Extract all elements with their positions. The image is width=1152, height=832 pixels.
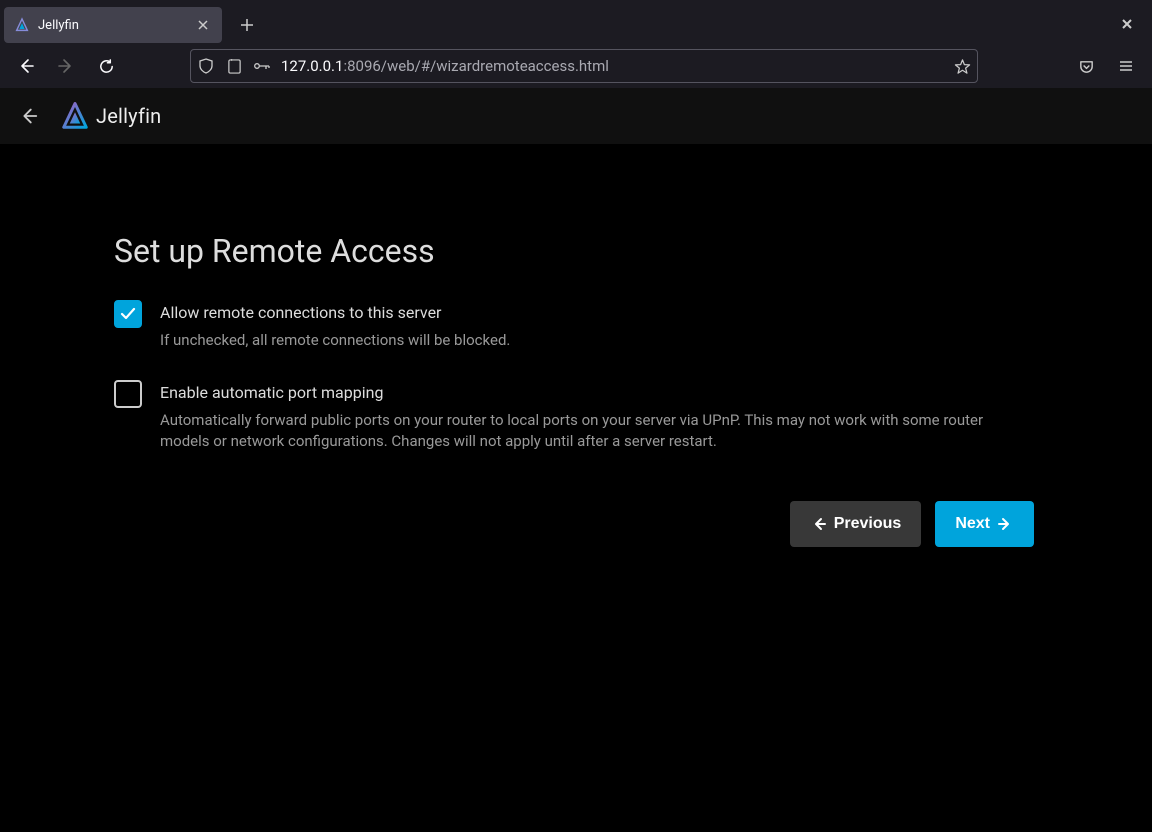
window-close-icon[interactable]: [1112, 9, 1142, 39]
tab-bar: Jellyfin: [0, 0, 1152, 44]
wizard-panel: Set up Remote Access Allow remote connec…: [114, 232, 1034, 547]
bookmark-star-icon[interactable]: [953, 57, 971, 75]
nav-back-button[interactable]: [10, 50, 42, 82]
nav-reload-button[interactable]: [90, 50, 122, 82]
permissions-icon[interactable]: [253, 57, 271, 75]
nav-forward-button[interactable]: [50, 50, 82, 82]
app-header: Jellyfin: [0, 88, 1152, 144]
url-text: 127.0.0.1:8096/web/#/wizardremoteaccess.…: [281, 57, 943, 75]
arrow-left-icon: [810, 515, 828, 533]
option-label: Enable automatic port mapping: [160, 383, 1034, 402]
tab-favicon-icon: [14, 17, 30, 33]
tab-close-icon[interactable]: [194, 16, 212, 34]
checkbox-auto-port-mapping[interactable]: [114, 380, 142, 408]
brand-text: Jellyfin: [96, 104, 161, 128]
option-description: If unchecked, all remote connections wil…: [160, 330, 1034, 350]
url-host: 127.0.0.1: [281, 57, 343, 75]
url-path: :8096/web/#/wizardremoteaccess.html: [343, 57, 608, 75]
button-label: Next: [955, 515, 990, 533]
browser-tab[interactable]: Jellyfin: [4, 7, 222, 43]
address-bar[interactable]: 127.0.0.1:8096/web/#/wizardremoteaccess.…: [190, 49, 978, 83]
brand[interactable]: Jellyfin: [60, 101, 161, 131]
app-back-button[interactable]: [14, 102, 42, 130]
new-tab-button[interactable]: [232, 10, 262, 40]
option-label: Allow remote connections to this server: [160, 303, 1034, 322]
shield-icon[interactable]: [197, 57, 215, 75]
brand-logo-icon: [60, 101, 90, 131]
previous-button[interactable]: Previous: [790, 501, 922, 547]
hamburger-menu-icon[interactable]: [1110, 50, 1142, 82]
browser-chrome: Jellyfin: [0, 0, 1152, 88]
option-description: Automatically forward public ports on yo…: [160, 410, 1034, 451]
browser-toolbar: 127.0.0.1:8096/web/#/wizardremoteaccess.…: [0, 44, 1152, 88]
checkbox-allow-remote[interactable]: [114, 300, 142, 328]
button-label: Previous: [834, 515, 902, 533]
option-auto-port-mapping: Enable automatic port mapping Automatica…: [114, 380, 1034, 451]
page-title: Set up Remote Access: [114, 232, 1034, 270]
page-info-icon[interactable]: [225, 57, 243, 75]
app-body: Set up Remote Access Allow remote connec…: [0, 144, 1152, 547]
tab-title: Jellyfin: [38, 18, 186, 33]
arrow-right-icon: [996, 515, 1014, 533]
pocket-icon[interactable]: [1070, 50, 1102, 82]
next-button[interactable]: Next: [935, 501, 1034, 547]
option-allow-remote: Allow remote connections to this server …: [114, 300, 1034, 350]
wizard-button-row: Previous Next: [114, 501, 1034, 547]
